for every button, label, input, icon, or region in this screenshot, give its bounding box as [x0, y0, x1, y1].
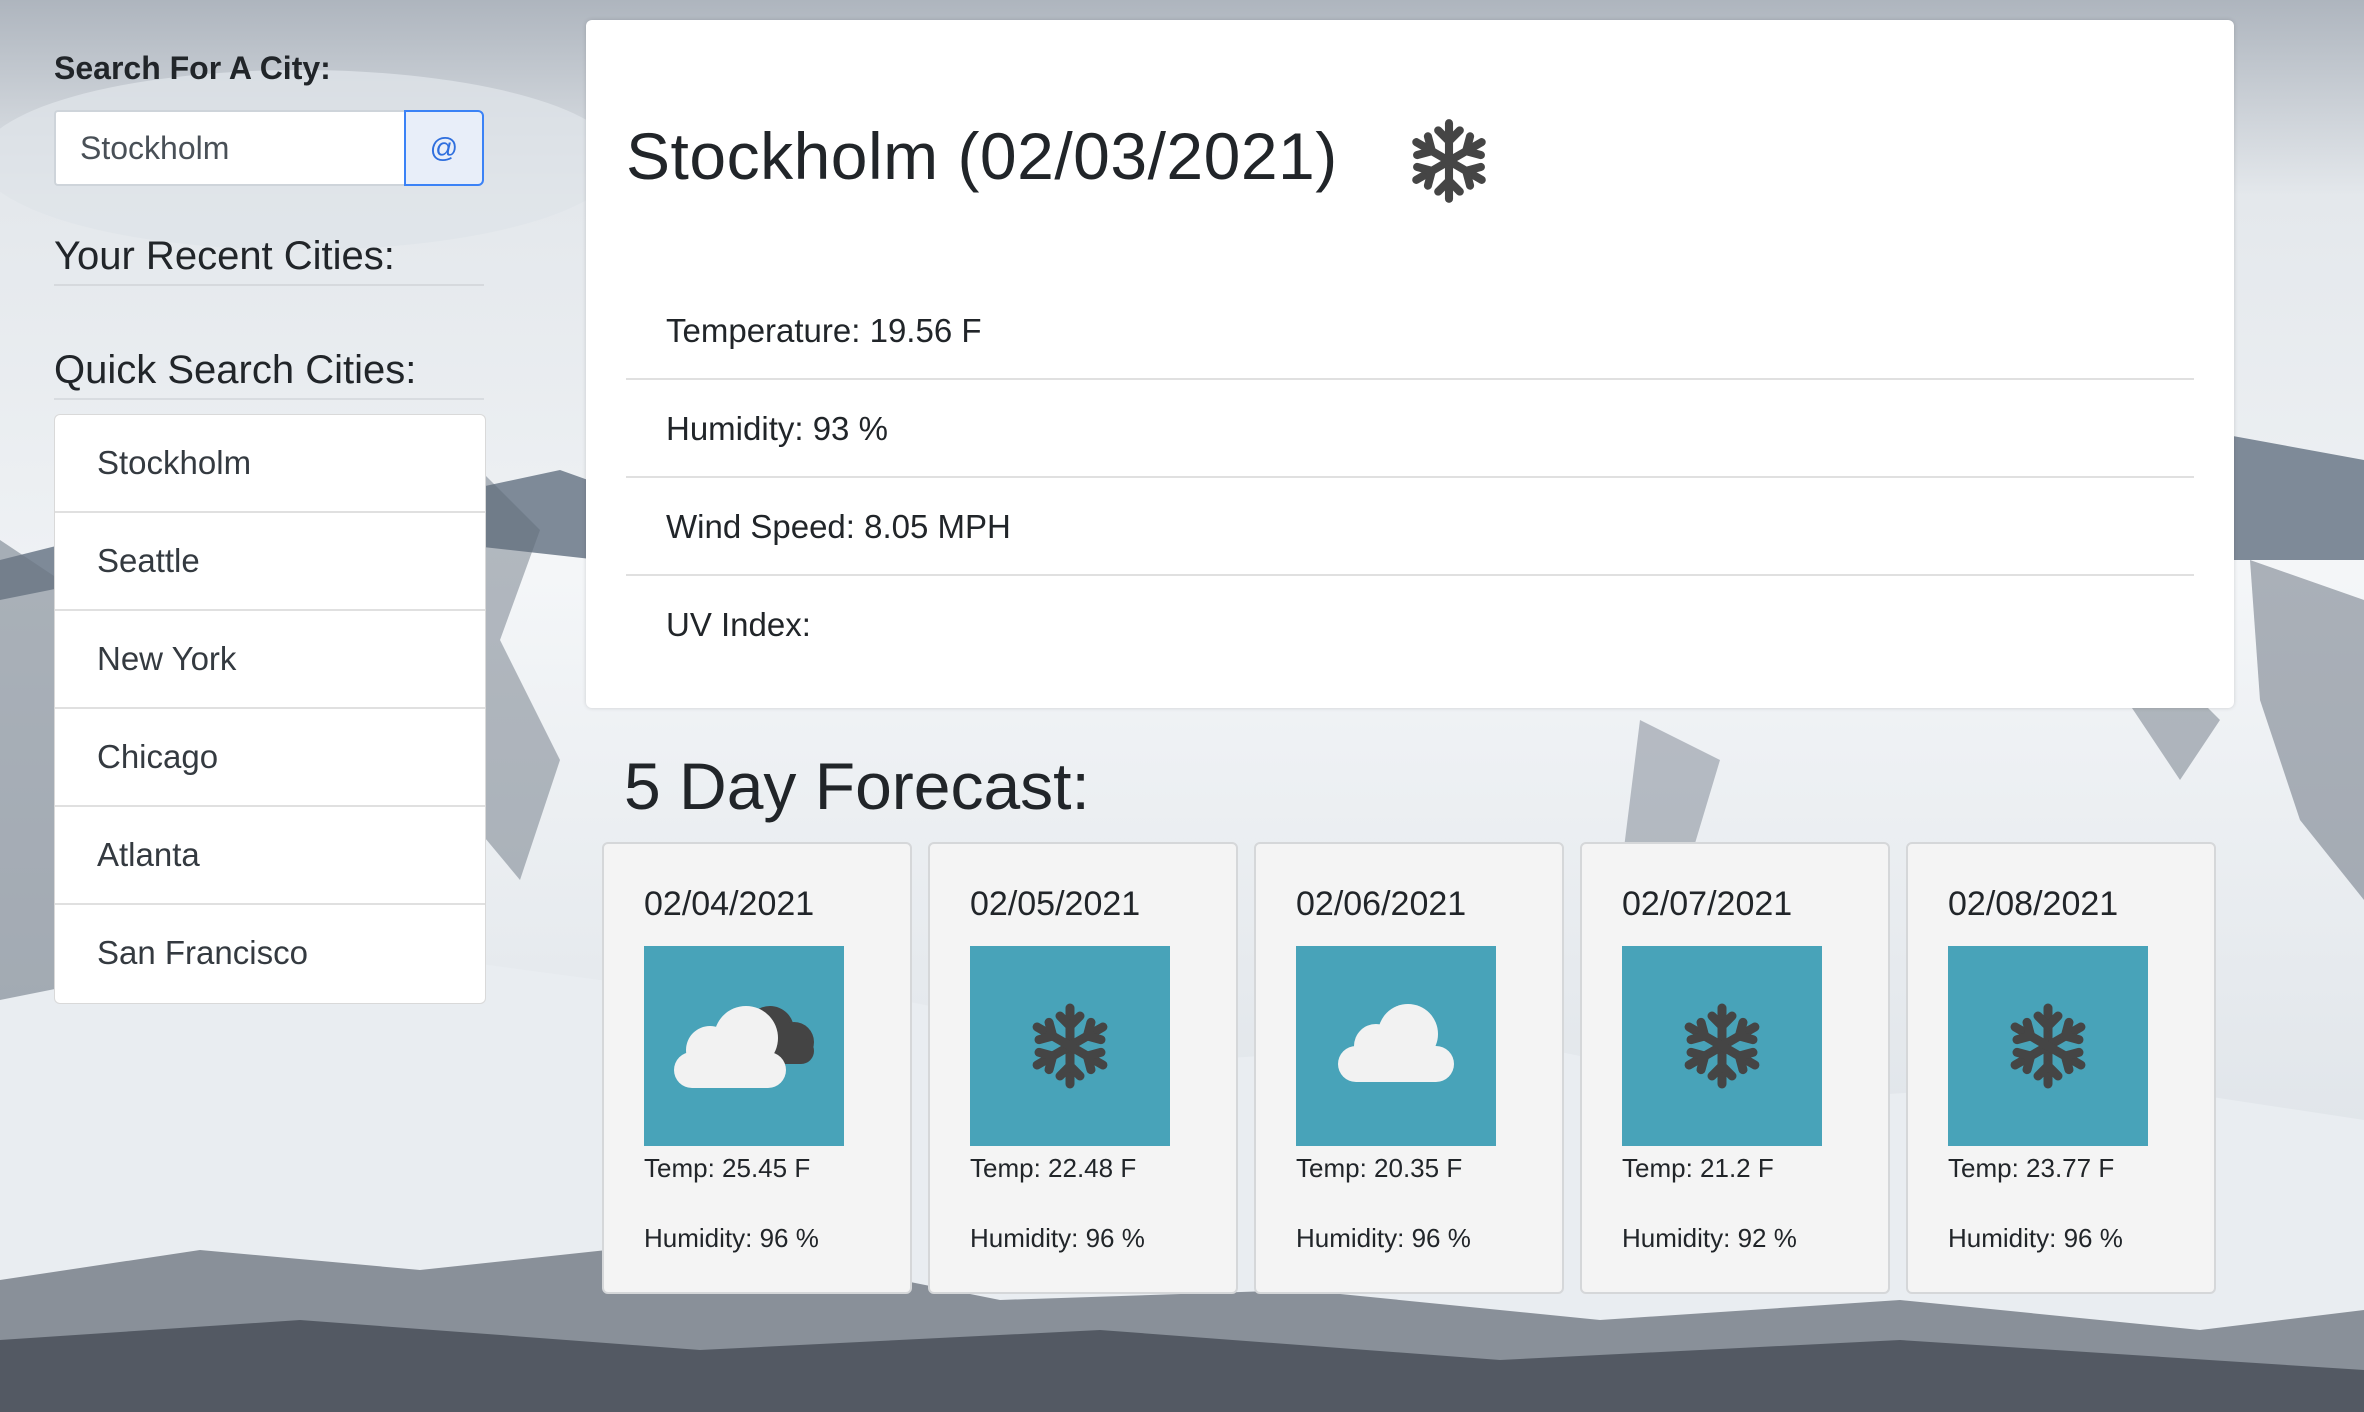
forecast-row: 02/04/2021 Temp: 25.45 F Humidity: 96 % … — [602, 842, 2216, 1298]
current-weather-card: Stockholm (02/03/2021) Temperature: 19.5… — [586, 20, 2234, 708]
forecast-temp: Temp: 21.2 F — [1622, 1153, 1774, 1183]
forecast-temp: Temp: 22.48 F — [970, 1153, 1137, 1183]
forecast-date: 02/04/2021 — [644, 885, 815, 923]
city-item-seattle[interactable]: Seattle — [55, 513, 485, 611]
forecast-card: 02/04/2021 Temp: 25.45 F Humidity: 96 % — [602, 842, 912, 1294]
forecast-humidity: Humidity: 92 % — [1622, 1223, 1797, 1253]
wind-speed-stat: Wind Speed: 8.05 MPH — [626, 478, 2194, 576]
forecast-card: 02/06/2021 Temp: 20.35 F Humidity: 96 % — [1254, 842, 1564, 1294]
forecast-icon-tile — [644, 946, 844, 1146]
forecast-date: 02/06/2021 — [1296, 885, 1467, 923]
snowflake-icon — [2010, 1003, 2086, 1089]
recent-divider — [54, 284, 484, 286]
search-group: @ — [54, 110, 484, 186]
forecast-icon-tile — [1296, 946, 1496, 1146]
forecast-humidity: Humidity: 96 % — [1948, 1223, 2123, 1253]
forecast-date: 02/07/2021 — [1622, 885, 1793, 923]
snowflake-icon — [1412, 119, 1486, 203]
forecast-icon-tile — [1622, 946, 1822, 1146]
forecast-card: 02/05/2021 Temp: 22.48 F Humidity: 96 % — [928, 842, 1238, 1294]
city-item-new-york[interactable]: New York — [55, 611, 485, 709]
current-stats-list: Temperature: 19.56 F Humidity: 93 % Wind… — [626, 282, 2194, 674]
city-item-chicago[interactable]: Chicago — [55, 709, 485, 807]
current-city-title: Stockholm (02/03/2021) — [626, 119, 1338, 193]
uv-index-stat: UV Index: — [666, 606, 811, 643]
search-input[interactable] — [54, 110, 404, 186]
search-button[interactable]: @ — [404, 110, 484, 186]
city-item-san-francisco[interactable]: San Francisco — [55, 905, 485, 1003]
forecast-icon-tile — [1948, 946, 2148, 1146]
forecast-card: 02/07/2021 Temp: 21.2 F Humidity: 92 % — [1580, 842, 1890, 1294]
humidity-stat: Humidity: 93 % — [626, 380, 2194, 478]
search-label: Search For A City: — [54, 50, 331, 86]
forecast-card: 02/08/2021 Temp: 23.77 F Humidity: 96 % — [1906, 842, 2216, 1294]
quick-city-list: Stockholm Seattle New York Chicago Atlan… — [54, 414, 486, 1004]
forecast-icon-tile — [970, 946, 1170, 1146]
sidebar: Search For A City: @ Your Recent Cities:… — [54, 46, 486, 1004]
forecast-temp: Temp: 25.45 F — [644, 1153, 811, 1183]
forecast-humidity: Humidity: 96 % — [644, 1223, 819, 1253]
forecast-temp: Temp: 23.77 F — [1948, 1153, 2115, 1183]
city-item-stockholm[interactable]: Stockholm — [55, 415, 485, 513]
recent-cities-title: Your Recent Cities: — [54, 234, 395, 278]
forecast-title: 5 Day Forecast: — [624, 749, 1090, 823]
quick-divider — [54, 398, 484, 400]
temperature-stat: Temperature: 19.56 F — [626, 282, 2194, 380]
city-item-atlanta[interactable]: Atlanta — [55, 807, 485, 905]
forecast-date: 02/05/2021 — [970, 885, 1141, 923]
snowflake-icon — [1684, 1003, 1760, 1089]
dark-cloud-icon — [674, 1006, 814, 1088]
forecast-humidity: Humidity: 96 % — [970, 1223, 1145, 1253]
forecast-temp: Temp: 20.35 F — [1296, 1153, 1463, 1183]
forecast-date: 02/08/2021 — [1948, 885, 2119, 923]
cloud-icon — [1338, 1004, 1454, 1082]
forecast-humidity: Humidity: 96 % — [1296, 1223, 1471, 1253]
quick-search-title: Quick Search Cities: — [54, 348, 417, 392]
snowflake-icon — [1032, 1003, 1108, 1089]
